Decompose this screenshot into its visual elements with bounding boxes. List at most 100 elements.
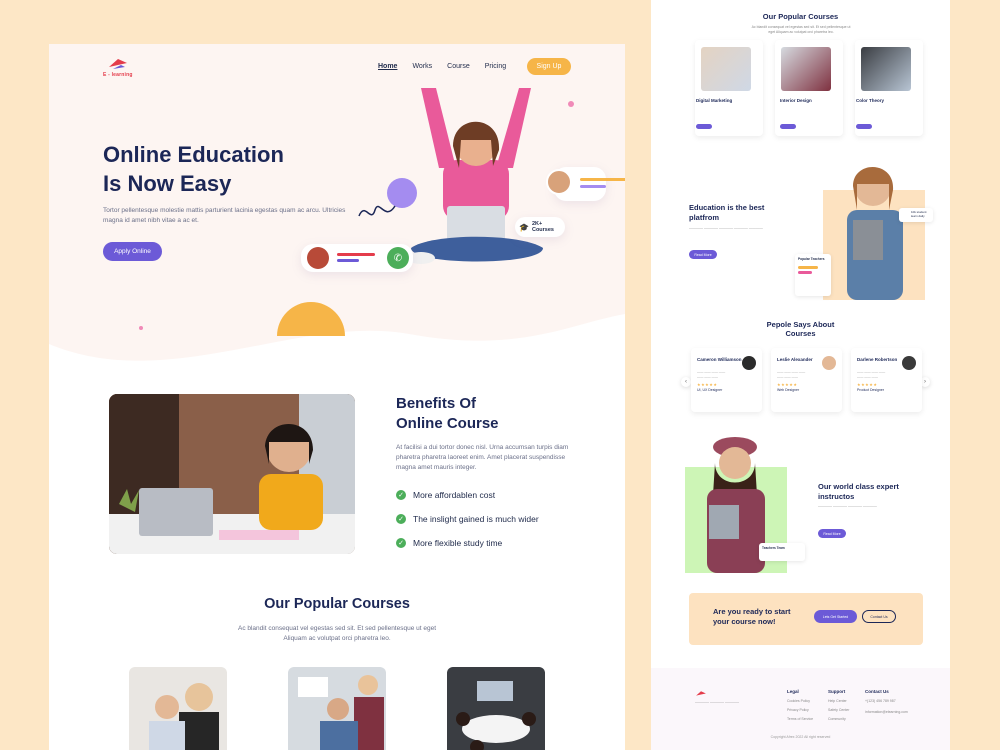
preview-course-card[interactable] xyxy=(775,40,843,136)
course-card-color-theory-image[interactable] xyxy=(447,667,545,750)
students-badge: 10k student learn daily xyxy=(899,208,933,222)
footer-link[interactable]: Help Center xyxy=(828,699,847,703)
testimonial-text: —— —— —— —— —— —— —— xyxy=(777,370,806,379)
benefit-text: More affordablen cost xyxy=(413,490,496,500)
footer-link[interactable]: Cookies Policy xyxy=(787,699,810,703)
courses-count-card: 🎓 2K+ Courses xyxy=(515,217,565,237)
benefits-description: At facilisi a dui tortor donec nisl. Urn… xyxy=(396,444,569,471)
check-icon: ✓ xyxy=(396,538,406,548)
list-item: ✓ More affordablen cost xyxy=(396,490,539,500)
graduation-cap-icon: 🎓 xyxy=(519,222,529,232)
logo-icon xyxy=(108,59,127,69)
avatar xyxy=(822,356,836,370)
course-tag xyxy=(696,124,712,129)
decor-dot xyxy=(568,101,574,107)
testimonial-card: Leslie Alexander —— —— —— —— —— —— —— ★★★… xyxy=(771,348,842,412)
apply-online-button[interactable]: Apply Online xyxy=(103,242,162,261)
teacher-bar xyxy=(798,266,818,269)
course-tag xyxy=(780,124,796,129)
decor-dot xyxy=(139,326,143,330)
nav-works[interactable]: Works xyxy=(412,63,432,70)
top-nav: Home Works Course Pricing xyxy=(378,63,506,70)
footer-contact-title: Contact Us xyxy=(865,689,889,694)
star-rating-icon: ★★★★★ xyxy=(857,382,878,387)
testimonial-role: Product Designer xyxy=(857,388,885,392)
courses-count-label: Courses xyxy=(531,227,554,233)
hero-title: Online Education Is Now Easy xyxy=(103,140,284,198)
progress-bar-secondary xyxy=(580,185,606,188)
footer-phone[interactable]: +(123) 456 789 987 xyxy=(865,699,896,703)
testimonial-role: UI, UX Designer xyxy=(697,388,723,392)
hero-student-image xyxy=(407,88,543,264)
testimonial-card: Cameron Williamson —— —— —— —— —— —— —— ★… xyxy=(691,348,762,412)
testimonial-text: —— —— —— —— —— —— —— xyxy=(697,370,726,379)
avatar xyxy=(307,247,329,269)
testimonial-role: Web Designer xyxy=(777,388,800,392)
benefits-title-line-1: Benefits Of xyxy=(396,395,477,412)
get-started-button[interactable]: Lets Get Started xyxy=(814,610,857,623)
copyright-text: Copyright Afrex 2022 All right reserved xyxy=(770,735,831,739)
benefit-text: More flexible study time xyxy=(413,538,503,548)
benefits-title: Benefits Of Online Course xyxy=(396,394,499,434)
testimonial-card: Darlene Robertson —— —— —— —— —— —— —— ★★… xyxy=(851,348,922,412)
signup-button[interactable]: Sign Up xyxy=(527,58,571,75)
course-name: Color Theory xyxy=(856,98,885,103)
phone-icon[interactable]: ✆ xyxy=(387,247,409,269)
hero-title-line-2: Is Now Easy xyxy=(103,171,232,196)
course-name: Interior Design xyxy=(780,98,812,103)
footer-link[interactable]: Safety Center xyxy=(828,708,849,712)
expert-title-line-1: Our world class expert xyxy=(818,482,899,491)
footer-email[interactable]: information@elearning.com xyxy=(865,710,908,714)
preview-popular-courses-title: Our Popular Courses xyxy=(762,12,839,21)
avatar xyxy=(546,169,572,195)
footer-link[interactable]: Privacy Policy xyxy=(787,708,809,712)
popular-teachers-label: Popular Teachers xyxy=(798,257,825,261)
chevron-left-icon[interactable]: ‹ xyxy=(681,377,691,387)
preview-popular-courses-description: Ac blandit consequat vel egestas sed sit… xyxy=(751,25,851,34)
education-title: Education is the best platfrom xyxy=(689,203,764,223)
footer-support-title: Support xyxy=(828,689,846,694)
landing-page-preview: Our Popular Courses Ac blandit consequat… xyxy=(651,0,950,750)
course-card-digital-marketing-image[interactable] xyxy=(129,667,227,750)
star-rating-icon: ★★★★★ xyxy=(777,382,798,387)
landing-page-main: E - learning Home Works Course Pricing S… xyxy=(49,44,625,750)
testimonials-title-line-1: Pepole Says About xyxy=(766,320,835,329)
call-card: ✆ xyxy=(301,244,413,272)
nav-course[interactable]: Course xyxy=(447,63,470,70)
benefits-list: ✓ More affordablen cost ✓ The inslight gai… xyxy=(396,490,539,562)
call-line xyxy=(337,253,375,256)
course-name: Digital Marketing xyxy=(696,98,733,103)
course-image xyxy=(781,47,831,91)
hero-student-stat-card xyxy=(546,167,625,201)
contact-us-button[interactable]: Contact Us xyxy=(862,610,896,623)
footer-logo-icon[interactable] xyxy=(695,690,707,698)
nav-pricing[interactable]: Pricing xyxy=(485,63,506,70)
courses-count-text: 2K+ Courses xyxy=(532,221,554,233)
education-read-more-button[interactable]: Read More xyxy=(689,250,717,259)
avatar xyxy=(742,356,756,370)
preview-course-card[interactable] xyxy=(695,40,763,136)
check-icon: ✓ xyxy=(396,490,406,500)
preview-course-card[interactable] xyxy=(855,40,923,136)
expert-title-line-2: instructos xyxy=(818,492,855,501)
footer-about-text: ———— ———— ———— xyxy=(695,700,739,704)
course-image xyxy=(861,47,911,91)
star-rating-icon: ★★★★★ xyxy=(697,382,718,387)
testimonials-title-line-2: Courses xyxy=(785,329,816,338)
footer-link[interactable]: Community xyxy=(828,717,846,721)
expert-text: ———— ———— ———— ———— xyxy=(818,504,877,508)
benefits-title-line-2: Online Course xyxy=(396,415,499,432)
logo[interactable]: E - learning xyxy=(103,57,133,78)
cta-text: Are you ready to start your course now! xyxy=(713,607,791,627)
benefit-text: The inslight gained is much wider xyxy=(413,514,539,524)
nav-home[interactable]: Home xyxy=(378,63,397,70)
testimonial-text: —— —— —— —— —— —— —— xyxy=(857,370,886,379)
footer-link[interactable]: Terms of Service xyxy=(787,717,813,721)
logo-text: E - learning xyxy=(103,72,133,78)
list-item: ✓ More flexible study time xyxy=(396,538,539,548)
expert-title: Our world class expert instructos xyxy=(818,482,899,502)
course-card-interior-design-image[interactable] xyxy=(288,667,386,750)
benefits-student-photo xyxy=(109,394,355,554)
cta-banner: Are you ready to start your course now! … xyxy=(689,593,923,645)
expert-read-more-button[interactable]: Read More xyxy=(818,529,846,538)
